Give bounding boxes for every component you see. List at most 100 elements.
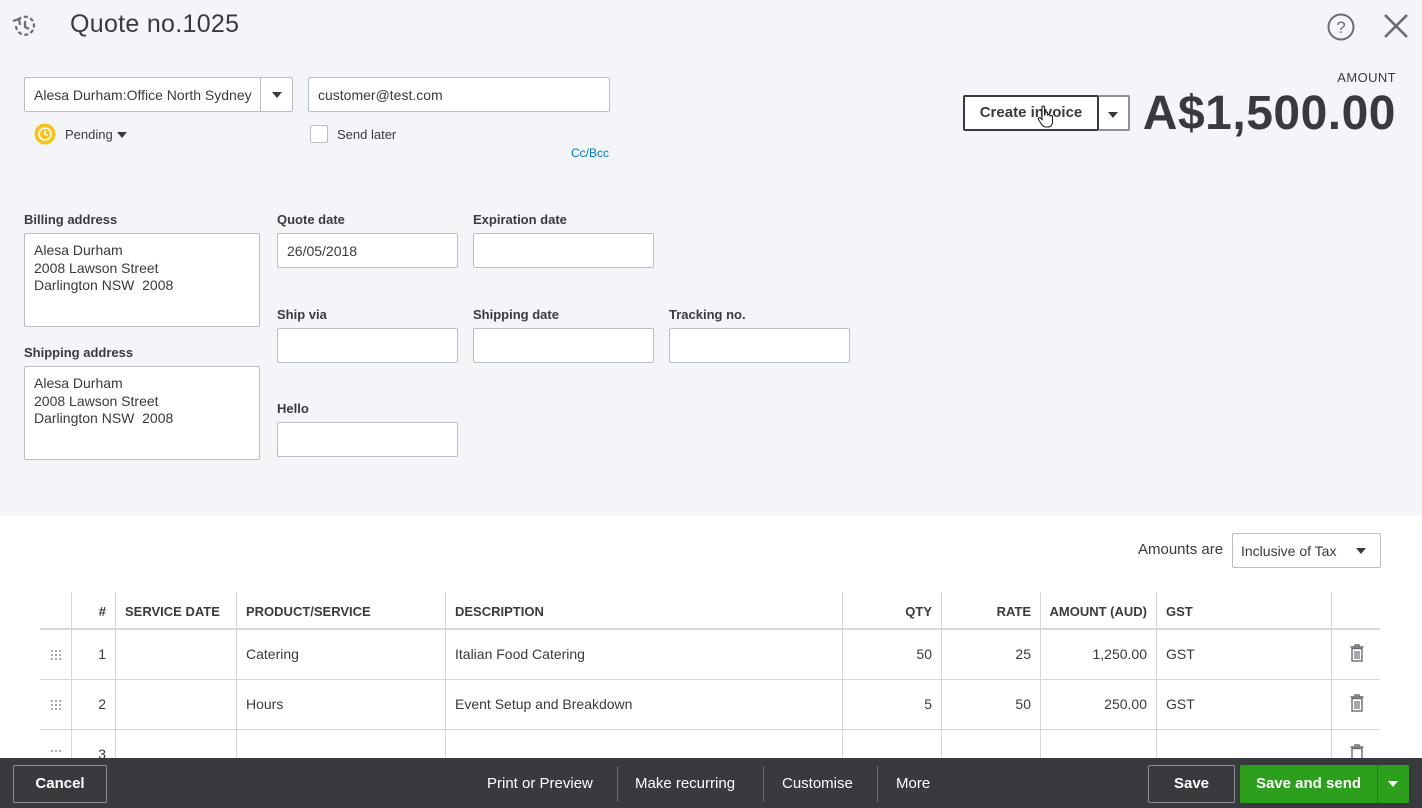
gst-cell[interactable]: GST — [1157, 680, 1332, 729]
print-preview-button[interactable]: Print or Preview — [487, 775, 593, 792]
billing-address-line: Alesa Durham — [34, 242, 123, 258]
quote-header-panel: Quote no.1025 ? Alesa Durham:Office Nort… — [0, 0, 1422, 516]
quote-status-label: Pending — [65, 127, 113, 142]
service-date-cell[interactable] — [116, 630, 237, 679]
service-date-cell[interactable] — [116, 680, 237, 729]
description-cell[interactable]: Event Setup and Breakdown — [446, 680, 843, 729]
shipping-address-input[interactable]: Alesa Durham 2008 Lawson Street Darlingt… — [24, 366, 260, 460]
column-header-description: DESCRIPTION — [446, 592, 843, 628]
customer-select[interactable]: Alesa Durham:Office North Sydney — [24, 77, 293, 112]
billing-address-input[interactable]: Alesa Durham 2008 Lawson Street Darlingt… — [24, 233, 260, 327]
row-number: 2 — [72, 680, 116, 729]
column-header-number: # — [72, 592, 116, 628]
tracking-number-input[interactable] — [669, 328, 850, 363]
qty-cell[interactable] — [843, 730, 942, 758]
recent-history-icon[interactable] — [10, 12, 40, 40]
create-invoice-dropdown-toggle[interactable] — [1099, 95, 1130, 131]
qty-cell[interactable]: 50 — [843, 630, 942, 679]
send-later-label: Send later — [337, 127, 397, 142]
gst-cell[interactable] — [1157, 730, 1332, 758]
save-and-send-button[interactable]: Save and send — [1240, 765, 1377, 803]
column-header-rate: RATE — [942, 592, 1041, 628]
save-and-send-dropdown-toggle[interactable] — [1377, 765, 1409, 803]
save-button[interactable]: Save — [1148, 765, 1235, 803]
help-icon[interactable]: ? — [1326, 12, 1356, 42]
tax-inclusive-select[interactable]: Inclusive of Tax — [1232, 533, 1381, 568]
row-number: 1 — [72, 630, 116, 679]
send-later-checkbox[interactable] — [310, 125, 328, 143]
service-date-cell[interactable] — [116, 730, 237, 758]
more-button[interactable]: More — [896, 775, 930, 792]
hello-input[interactable] — [277, 422, 458, 457]
delete-column-header — [1332, 592, 1380, 628]
footer-divider — [617, 766, 618, 802]
expiration-date-label: Expiration date — [473, 212, 567, 227]
customer-dropdown-toggle[interactable] — [260, 78, 292, 111]
create-invoice-button[interactable]: Create invoice — [963, 95, 1099, 131]
make-recurring-button[interactable]: Make recurring — [635, 775, 735, 792]
close-icon[interactable] — [1380, 10, 1412, 42]
quote-date-label: Quote date — [277, 212, 345, 227]
table-header-row: # SERVICE DATE PRODUCT/SERVICE DESCRIPTI… — [40, 592, 1380, 630]
tax-select-value: Inclusive of Tax — [1241, 543, 1337, 559]
cancel-button[interactable]: Cancel — [13, 765, 107, 803]
cc-bcc-link[interactable]: Cc/Bcc — [571, 146, 609, 160]
rate-cell[interactable] — [942, 730, 1041, 758]
qty-cell[interactable]: 5 — [843, 680, 942, 729]
customise-button[interactable]: Customise — [782, 775, 853, 792]
gst-cell[interactable]: GST — [1157, 630, 1332, 679]
column-header-amount: AMOUNT (AUD) — [1041, 592, 1157, 628]
ship-via-label: Ship via — [277, 307, 327, 322]
shipping-address-line: 2008 Lawson Street — [34, 392, 159, 409]
footer-divider — [763, 766, 764, 802]
expiration-date-input[interactable] — [473, 233, 654, 268]
drag-handle-icon[interactable] — [50, 699, 62, 711]
customer-email-input[interactable]: customer@test.com — [308, 77, 610, 112]
trash-icon[interactable] — [1350, 644, 1364, 662]
quote-date-input[interactable]: 26/05/2018 — [277, 233, 458, 268]
ship-via-input[interactable] — [277, 328, 458, 363]
amount-cell[interactable]: 1,250.00 — [1041, 630, 1157, 679]
table-row[interactable]: 2 Hours Event Setup and Breakdown 5 50 2… — [40, 680, 1380, 730]
description-cell[interactable] — [446, 730, 843, 758]
shipping-address-line: Alesa Durham — [34, 375, 123, 391]
billing-address-line: 2008 Lawson Street — [34, 259, 159, 276]
shipping-date-input[interactable] — [473, 328, 654, 363]
description-cell[interactable]: Italian Food Catering — [446, 630, 843, 679]
hand-cursor-icon — [1037, 105, 1054, 128]
rate-cell[interactable]: 25 — [942, 630, 1041, 679]
column-header-gst: GST — [1157, 592, 1332, 628]
page-title: Quote no.1025 — [70, 10, 240, 38]
trash-icon[interactable] — [1350, 694, 1364, 712]
pending-clock-icon — [34, 123, 56, 145]
product-cell[interactable] — [237, 730, 446, 758]
amount-cell[interactable]: 250.00 — [1041, 680, 1157, 729]
table-row[interactable]: 1 Catering Italian Food Catering 50 25 1… — [40, 630, 1380, 680]
drag-handle-icon[interactable] — [50, 649, 62, 661]
column-header-service-date: SERVICE DATE — [116, 592, 237, 628]
amount-cell[interactable] — [1041, 730, 1157, 758]
drag-cell[interactable] — [40, 630, 72, 679]
table-row[interactable]: 3 — [40, 730, 1380, 762]
footer-divider — [877, 766, 878, 802]
row-number: 3 — [72, 730, 116, 762]
shipping-address-line: Darlington NSW 2008 — [34, 410, 174, 427]
shipping-address-label: Shipping address — [24, 345, 134, 360]
chevron-down-icon — [1356, 548, 1366, 554]
chevron-down-icon — [272, 92, 282, 98]
product-cell[interactable]: Hours — [237, 680, 446, 729]
chevron-down-icon — [1108, 112, 1118, 118]
amounts-are-label: Amounts are — [1138, 541, 1224, 558]
amount-label: AMOUNT — [1337, 70, 1396, 85]
rate-cell[interactable]: 50 — [942, 680, 1041, 729]
shipping-date-label: Shipping date — [473, 307, 559, 322]
svg-text:?: ? — [1336, 18, 1345, 37]
drag-cell[interactable] — [40, 680, 72, 729]
column-header-product: PRODUCT/SERVICE — [237, 592, 446, 628]
customer-select-value: Alesa Durham:Office North Sydney — [34, 87, 252, 103]
drag-cell[interactable] — [40, 730, 72, 758]
product-cell[interactable]: Catering — [237, 630, 446, 679]
tracking-number-label: Tracking no. — [669, 307, 746, 322]
amount-total: A$1,500.00 — [1142, 87, 1396, 140]
billing-address-label: Billing address — [24, 212, 118, 227]
